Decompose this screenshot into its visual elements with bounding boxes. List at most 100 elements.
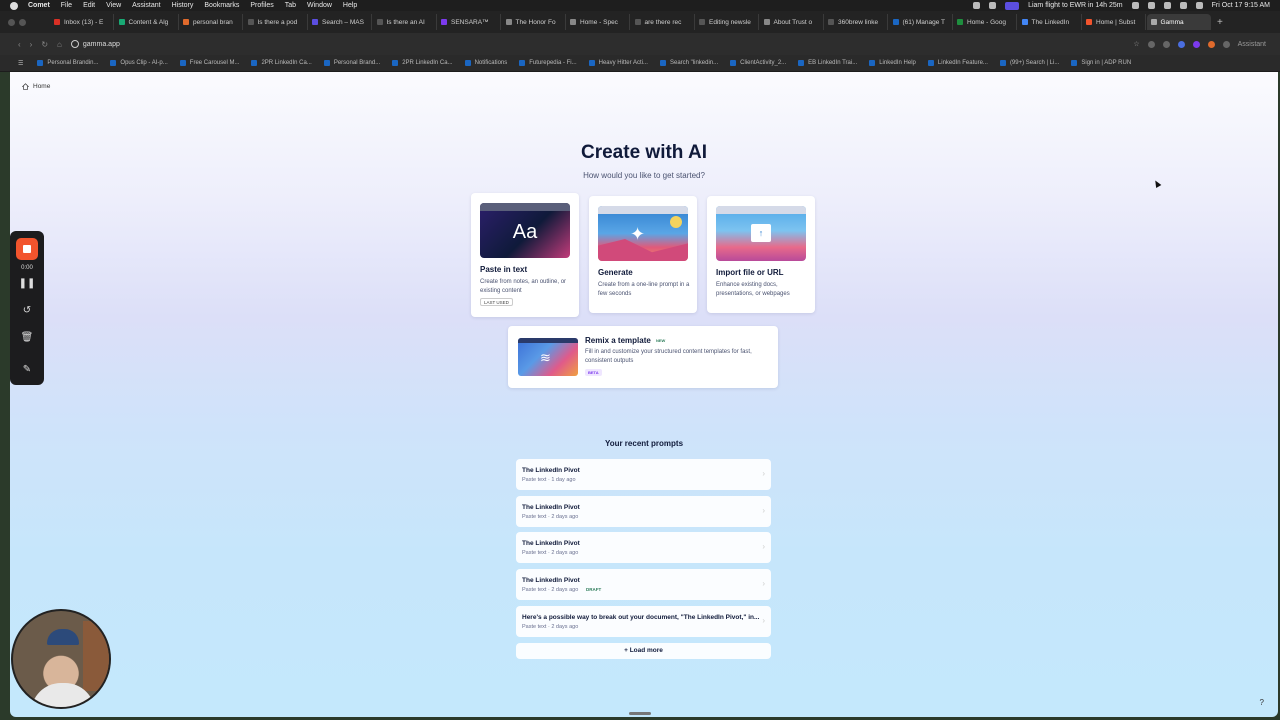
- recent-prompt-row[interactable]: The LinkedIn Pivot Paste text · 2 days a…: [516, 496, 771, 527]
- menu-history[interactable]: History: [172, 2, 194, 9]
- bookmark-item[interactable]: LinkedIn Feature...: [927, 60, 988, 66]
- recent-prompt-row[interactable]: The LinkedIn Pivot Paste text · 2 days a…: [516, 532, 771, 563]
- load-more-button[interactable]: + Load more: [516, 643, 771, 659]
- browser-tab[interactable]: Gamma: [1146, 14, 1211, 30]
- trash-icon[interactable]: 🗑: [10, 332, 44, 343]
- browser-tab[interactable]: The LinkedIn: [1018, 14, 1082, 30]
- bookmark-item[interactable]: Opus Clip - AI-p...: [110, 60, 168, 66]
- menu-help[interactable]: Help: [343, 2, 357, 9]
- menu-file[interactable]: File: [61, 2, 72, 9]
- home-nav-icon[interactable]: ⌂: [57, 40, 62, 49]
- url-field[interactable]: gamma.app: [83, 41, 120, 48]
- status-icon[interactable]: [973, 2, 981, 9]
- pen-icon[interactable]: ✎: [10, 364, 44, 375]
- new-tab-button[interactable]: +: [1217, 17, 1223, 28]
- sparkle-icon: ✦: [630, 224, 646, 244]
- close-window-button[interactable]: [8, 19, 15, 26]
- home-icon: [22, 83, 29, 90]
- flight-status[interactable]: Liam flight to EWR in 14h 25m: [1028, 2, 1123, 9]
- bookmark-item[interactable]: Notifications: [464, 60, 507, 66]
- bookmark-item[interactable]: EB LinkedIn Trai...: [798, 60, 857, 66]
- browser-tab[interactable]: 360brew linke: [824, 14, 888, 30]
- bookmark-item[interactable]: Sign in | ADP RUN: [1071, 60, 1131, 66]
- minimize-window-button[interactable]: [19, 19, 26, 26]
- bookmark-item[interactable]: Free Carousel M...: [179, 60, 239, 66]
- macos-menu-bar: Comet File Edit View Assistant History B…: [0, 0, 1280, 11]
- extension-icon[interactable]: [1207, 40, 1215, 48]
- webcam-overlay[interactable]: [11, 609, 111, 709]
- generate-card[interactable]: ✦ Generate Create from a one-line prompt…: [589, 196, 697, 313]
- browser-tab[interactable]: Home - Spec: [566, 14, 630, 30]
- star-icon[interactable]: ☆: [1133, 40, 1139, 48]
- screen-record-icon[interactable]: [1005, 1, 1020, 10]
- back-icon[interactable]: ‹: [18, 40, 21, 49]
- browser-tab[interactable]: About Trust o: [760, 14, 824, 30]
- control-icon[interactable]: [1147, 2, 1155, 9]
- browser-tab[interactable]: Inbox (13) - E: [50, 14, 114, 30]
- browser-tab[interactable]: Is there an AI: [373, 14, 437, 30]
- apple-icon[interactable]: [10, 1, 18, 10]
- menu-view[interactable]: View: [106, 2, 121, 9]
- forward-icon[interactable]: ›: [30, 40, 33, 49]
- bookmark-item[interactable]: (99+) Search | Li...: [999, 60, 1059, 66]
- menu-profiles[interactable]: Profiles: [250, 2, 273, 9]
- menu-bookmarks[interactable]: Bookmarks: [204, 2, 239, 9]
- menubar-clock[interactable]: Fri Oct 17 9:15 AM: [1212, 2, 1270, 9]
- menu-edit[interactable]: Edit: [83, 2, 95, 9]
- recent-prompt-row[interactable]: The LinkedIn Pivot Paste text · 2 days a…: [516, 569, 771, 600]
- bookmark-label: LinkedIn Feature...: [937, 60, 988, 66]
- bookmark-item[interactable]: Futurepedia - Fi...: [519, 60, 577, 66]
- browser-tab[interactable]: SENSARA™: [437, 14, 501, 30]
- bookmark-item[interactable]: ClientActivity_2...: [730, 60, 786, 66]
- browser-tab[interactable]: Home - Goog: [953, 14, 1017, 30]
- bookmark-item[interactable]: 2PR LinkedIn Ca...: [251, 60, 312, 66]
- extension-icon[interactable]: [1162, 40, 1170, 48]
- bookmark-item[interactable]: Heavy Hitter Acti...: [588, 60, 648, 66]
- browser-tab[interactable]: Home | Subst: [1082, 14, 1146, 30]
- bookmark-favicon-icon: [392, 60, 399, 66]
- browser-tab[interactable]: Search – MAS: [308, 14, 372, 30]
- tab-label: Home | Subst: [1096, 18, 1136, 26]
- browser-tab[interactable]: (61) Manage T: [889, 14, 953, 30]
- pause-icon[interactable]: ❚❚: [10, 278, 44, 289]
- import-file-card[interactable]: ↑ Import file or URL Enhance existing do…: [707, 196, 815, 313]
- assistant-button[interactable]: Assistant: [1238, 41, 1266, 48]
- menu-app-name[interactable]: Comet: [28, 2, 50, 9]
- wifi-icon[interactable]: [1179, 2, 1187, 9]
- scroll-handle[interactable]: [629, 712, 651, 715]
- bookmark-item[interactable]: 2PR LinkedIn Ca...: [392, 60, 453, 66]
- restart-icon[interactable]: ↺: [10, 305, 44, 316]
- bookmark-item[interactable]: Search "linkedin...: [659, 60, 718, 66]
- search-icon[interactable]: [1195, 2, 1203, 9]
- recent-prompt-row[interactable]: The LinkedIn Pivot Paste text · 1 day ag…: [516, 459, 771, 490]
- bookmark-item[interactable]: Personal Brand...: [323, 60, 380, 66]
- paste-in-text-card[interactable]: Aa Paste in text Create from notes, an o…: [471, 193, 579, 317]
- browser-tab[interactable]: are there rec: [631, 14, 695, 30]
- stop-recording-button[interactable]: [16, 238, 38, 260]
- extension-icon[interactable]: [1192, 40, 1200, 48]
- menu-assistant[interactable]: Assistant: [132, 2, 160, 9]
- extension-icon[interactable]: [1147, 40, 1155, 48]
- tab-favicon-icon: [892, 19, 899, 25]
- breadcrumb[interactable]: Home: [22, 83, 50, 90]
- bookmark-item[interactable]: Personal Brandin...: [37, 60, 98, 66]
- browser-tab[interactable]: Editing newsle: [695, 14, 759, 30]
- status-icon[interactable]: [989, 2, 997, 9]
- browser-tab[interactable]: Is there a pod: [244, 14, 308, 30]
- moon-icon[interactable]: [1163, 2, 1171, 9]
- reload-icon[interactable]: ↻: [41, 40, 48, 49]
- bluetooth-icon[interactable]: [1131, 2, 1139, 9]
- help-button[interactable]: ?: [1260, 698, 1264, 707]
- bookmark-item[interactable]: LinkedIn Help: [869, 60, 916, 66]
- breadcrumb-home[interactable]: Home: [33, 83, 50, 90]
- menu-window[interactable]: Window: [307, 2, 332, 9]
- extension-icon[interactable]: [1177, 40, 1185, 48]
- bookmarks-menu-icon[interactable]: ☰: [18, 60, 23, 67]
- remix-template-card[interactable]: ≋ Remix a template NEW Fill in and custo…: [508, 326, 778, 388]
- menu-tab[interactable]: Tab: [285, 2, 296, 9]
- browser-tab[interactable]: Content & Alg: [115, 14, 179, 30]
- extension-icon[interactable]: [1222, 40, 1230, 48]
- browser-tab[interactable]: The Honor Fo: [502, 14, 566, 30]
- recent-prompt-row[interactable]: Here's a possible way to break out your …: [516, 606, 771, 637]
- browser-tab[interactable]: personal bran: [179, 14, 243, 30]
